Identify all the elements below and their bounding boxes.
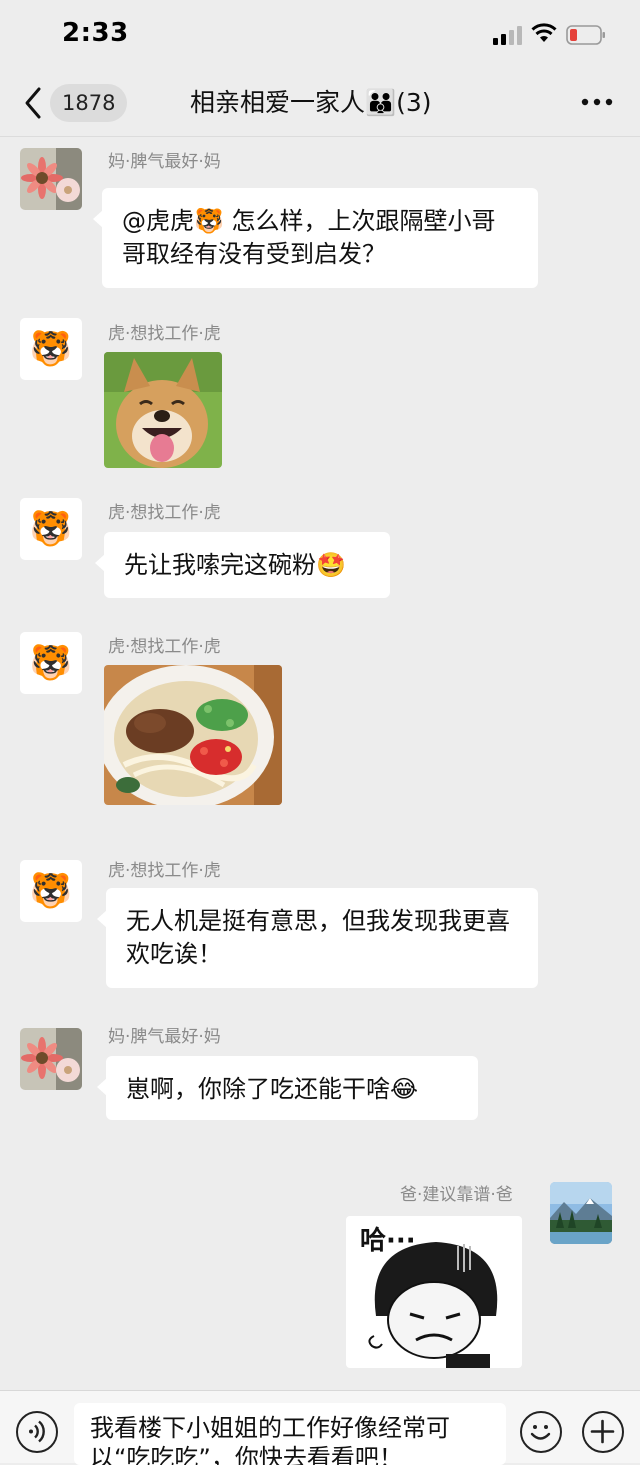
sender-name: 妈·脾气最好·妈 [108,152,221,172]
battery-icon [566,25,605,45]
sender-name: 虎·想找工作·虎 [108,503,221,523]
sender-name: 虎·想找工作·虎 [108,324,221,344]
message-bubble[interactable]: 无人机是挺有意思，但我发现我更喜欢吃诶！ [97,888,538,988]
sender-name: 妈·脾气最好·妈 [108,1027,221,1047]
voice-input-button[interactable] [16,1411,58,1453]
image-message[interactable] [104,352,222,468]
tiger-avatar[interactable]: 🐯 [20,318,82,380]
message-bubble[interactable]: @虎虎🐯 怎么样，上次跟隔壁小哥哥取经有没有受到启发？ [93,188,538,288]
tiger-avatar[interactable]: 🐯 [20,498,82,560]
noodle-bowl-photo [104,665,282,805]
voice-wave-icon [29,1420,45,1443]
back-chevron-icon[interactable] [22,86,44,120]
gerbera-flower-icon [20,148,82,210]
tiger-face-icon: 🐯 [29,329,73,369]
tiger-face-icon: 🐯 [29,871,73,911]
tiger-avatar[interactable]: 🐯 [20,632,82,694]
sender-name: 虎·想找工作·虎 [108,861,221,881]
mountain-landscape-icon [550,1182,612,1244]
message-bubble[interactable]: 崽啊，你除了吃还能干啥😂 [97,1056,478,1120]
wifi-icon [531,23,557,42]
tiger-avatar[interactable]: 🐯 [20,860,82,922]
message-input-bar: 我看楼下小姐姐的工作好像经常可以“吃吃吃”，你快去看看吧！ [0,1390,640,1465]
chat-title: 相亲相爱一家人👪(3) [190,88,432,117]
message-text-input[interactable]: 我看楼下小姐姐的工作好像经常可以“吃吃吃”，你快去看看吧！ [74,1403,506,1465]
plus-icon [590,1419,615,1444]
cellular-signal-icon [493,26,522,45]
chat-header: 1878 相亲相爱一家人👪(3) [0,72,640,137]
status-time: 2:33 [62,18,129,48]
sender-name: 虎·想找工作·虎 [108,637,221,657]
image-message[interactable] [104,665,282,805]
more-functions-button[interactable] [582,1411,624,1453]
emoji-button[interactable] [520,1411,562,1453]
sticker-message[interactable]: 哈··· [346,1216,522,1368]
tiger-face-icon: 🐯 [29,643,73,683]
gerbera-flower-icon [20,1028,82,1090]
sticker-caption: 哈··· [360,1226,416,1256]
smiling-dog-photo [104,352,222,468]
mom-avatar[interactable] [20,1028,82,1090]
message-bubble[interactable]: 先让我嗦完这碗粉🤩 [95,532,390,598]
tiger-face-icon: 🐯 [29,509,73,549]
dad-avatar[interactable] [550,1182,612,1244]
sender-name: 爸·建议靠谱·爸 [400,1185,513,1205]
mom-avatar[interactable] [20,148,82,210]
status-bar: 2:33 [0,0,640,70]
unread-count-badge[interactable]: 1878 [50,84,128,122]
smiley-face-icon [530,1425,551,1440]
more-options-icon[interactable] [580,94,614,110]
